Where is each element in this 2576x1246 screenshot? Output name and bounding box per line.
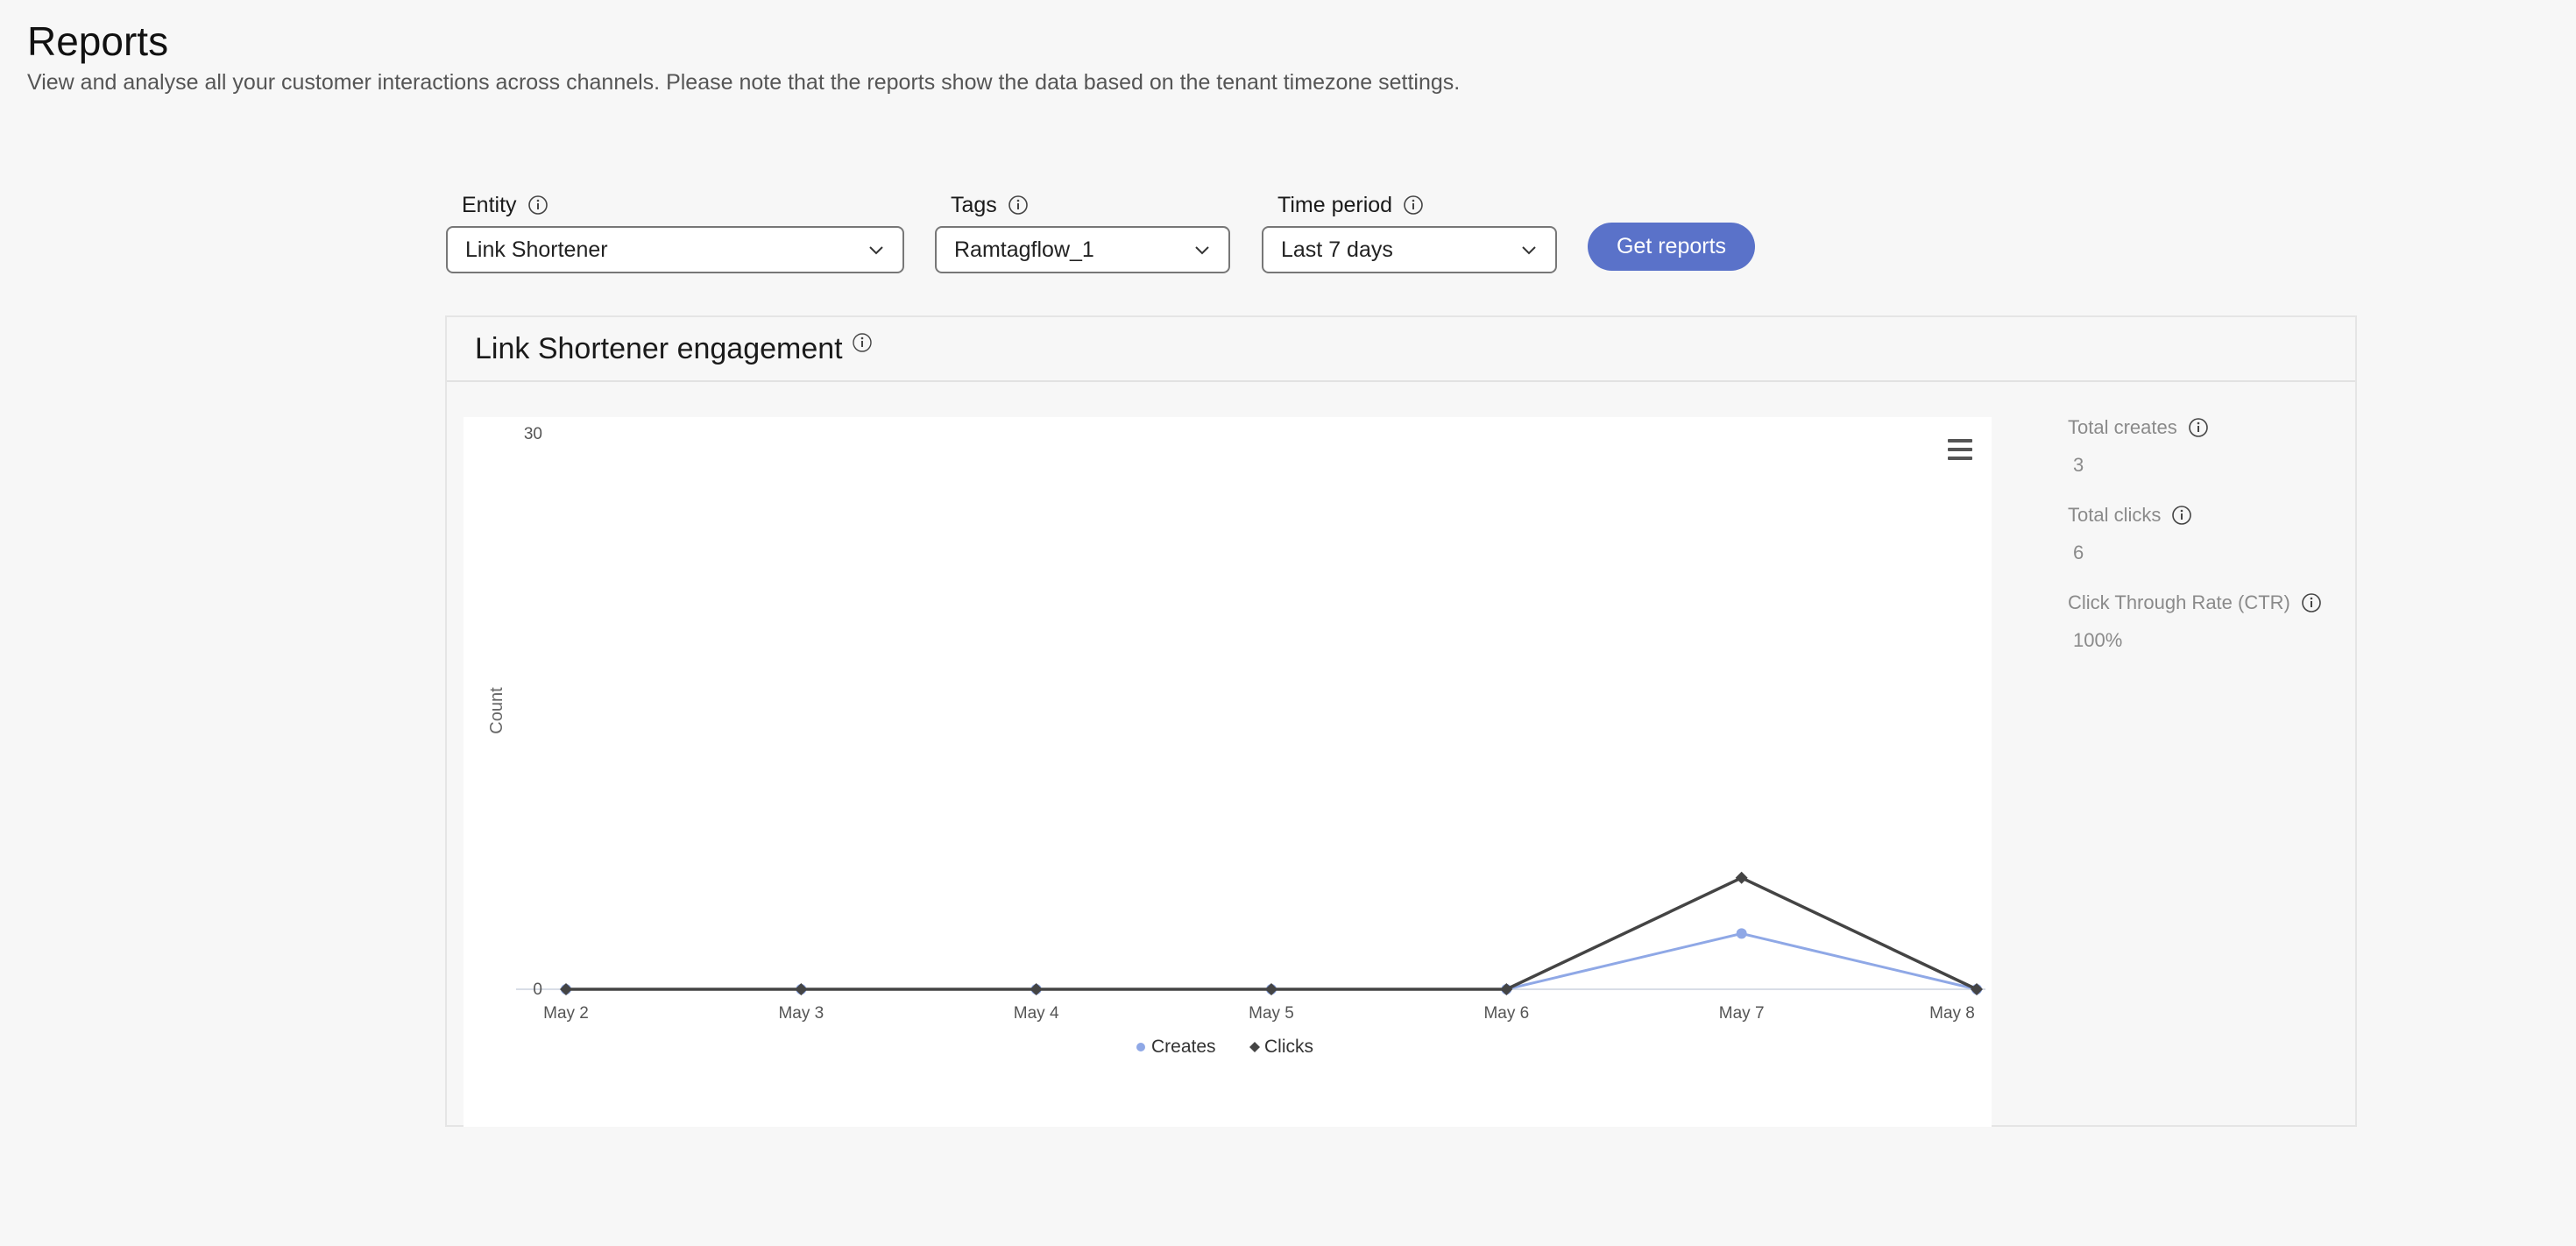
data-point-clicks — [1971, 983, 1983, 995]
tags-value: Ramtagflow_1 — [954, 237, 1094, 262]
legend-label-creates: Creates — [1151, 1037, 1216, 1057]
chart-area: 30 0 Count May 2 May 3 May 4 May 5 May 6 May 7 Ma… — [464, 417, 1992, 1127]
total-creates-label: Total creates — [2068, 416, 2177, 438]
x-tick-label: May 8 — [1929, 1004, 1975, 1023]
tags-select[interactable]: Ramtagflow_1 — [935, 226, 1230, 273]
info-icon[interactable] — [1008, 195, 1029, 216]
x-tick-label: May 3 — [778, 1004, 824, 1023]
time-period-filter: Time period Last 7 days — [1262, 189, 1557, 273]
info-icon[interactable] — [2171, 505, 2192, 526]
panel-header: Link Shortener engagement — [447, 317, 2355, 382]
get-reports-button[interactable]: Get reports — [1588, 223, 1755, 271]
x-tick-label: May 4 — [1014, 1004, 1059, 1023]
data-point-clicks — [1265, 983, 1277, 995]
y-tick-label: 0 — [533, 981, 542, 999]
time-period-select[interactable]: Last 7 days — [1262, 226, 1557, 273]
ctr-value: 100% — [2073, 629, 2123, 651]
info-icon[interactable] — [852, 332, 873, 353]
x-tick-label: May 5 — [1249, 1004, 1294, 1023]
data-point-clicks — [560, 983, 572, 995]
info-icon[interactable] — [2301, 592, 2322, 613]
panel-title: Link Shortener engagement — [475, 331, 843, 365]
legend-marker-clicks — [1249, 1042, 1260, 1052]
entity-value: Link Shortener — [465, 237, 608, 262]
data-point-clicks — [1500, 983, 1513, 995]
info-icon[interactable] — [1403, 195, 1424, 216]
y-tick-label: 30 — [524, 425, 542, 443]
info-icon[interactable] — [527, 195, 548, 216]
legend-marker-creates — [1136, 1043, 1145, 1051]
engagement-panel: Link Shortener engagement 30 0 Count May 2 M… — [445, 315, 2357, 1127]
tags-filter: Tags Ramtagflow_1 — [935, 189, 1230, 273]
series-line-clicks — [566, 875, 1978, 991]
data-point-creates — [1736, 928, 1747, 939]
x-tick-label: May 6 — [1483, 1004, 1529, 1023]
line-chart: 30 0 Count May 2 May 3 May 4 May 5 May 6 May 7 Ma… — [487, 425, 1985, 1057]
total-clicks-label: Total clicks — [2068, 504, 2162, 526]
x-tick-label: May 7 — [1719, 1004, 1765, 1023]
time-period-label: Time period — [1277, 192, 1393, 217]
x-tick-label: May 2 — [543, 1004, 589, 1023]
total-clicks-value: 6 — [2073, 542, 2084, 563]
y-axis-label: Count — [487, 687, 506, 734]
chevron-down-icon — [866, 239, 887, 260]
page-subtitle: View and analyse all your customer inter… — [27, 70, 1461, 95]
data-point-clicks — [1030, 983, 1043, 995]
series-line-creates — [566, 931, 1978, 991]
data-point-clicks — [795, 983, 808, 995]
ctr-label: Click Through Rate (CTR) — [2068, 591, 2290, 613]
info-icon[interactable] — [2188, 417, 2209, 438]
entity-filter: Entity Link Shortener — [446, 189, 904, 273]
time-period-value: Last 7 days — [1281, 237, 1393, 262]
entity-label: Entity — [462, 192, 517, 217]
stats-panel: Total creates 3 Total clicks 6 Click Thr… — [2068, 414, 2322, 676]
legend-label-clicks: Clicks — [1264, 1037, 1313, 1057]
data-point-clicks — [1735, 871, 1748, 884]
total-creates-value: 3 — [2073, 454, 2084, 476]
tags-label: Tags — [951, 192, 997, 217]
entity-select[interactable]: Link Shortener — [446, 226, 904, 273]
chevron-down-icon — [1192, 239, 1213, 260]
page-title: Reports — [27, 18, 169, 64]
chart-menu-icon[interactable] — [1946, 436, 1974, 463]
chevron-down-icon — [1518, 239, 1539, 260]
